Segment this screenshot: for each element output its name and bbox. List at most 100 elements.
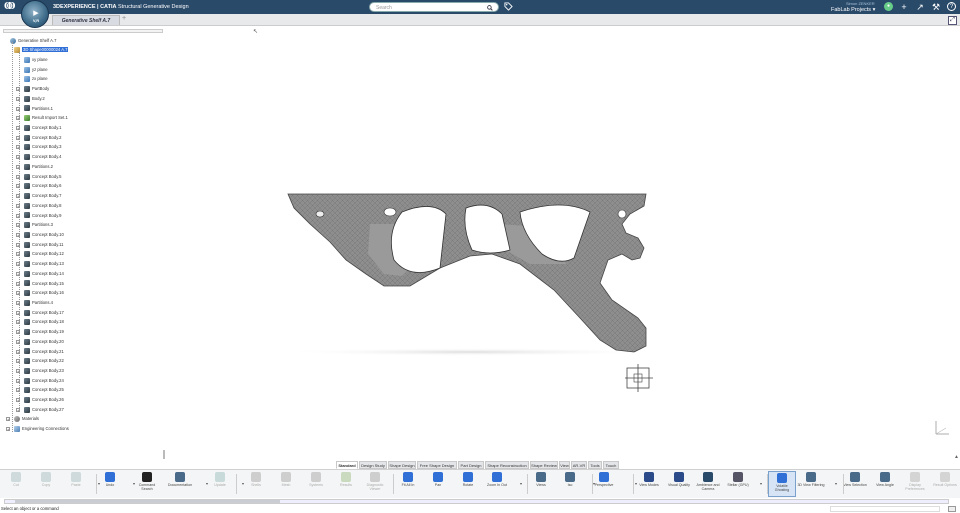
panel-resize-handle[interactable] [163,450,165,459]
expand-icon[interactable]: + [16,349,20,354]
tree-item[interactable]: + Concept Body.21 [16,348,64,356]
maximize-icon[interactable]: ⤢ [948,16,957,25]
expand-icon[interactable]: + [16,330,20,335]
undo-button[interactable]: Undo [96,471,124,497]
tab-design-study[interactable]: Design Study [359,461,387,469]
tag-icon[interactable] [504,2,513,11]
expand-icon[interactable]: + [16,378,20,383]
dropdown-caret-icon[interactable]: ▾ [133,481,135,486]
tree-item[interactable]: + Concept Body.22 [16,357,64,365]
expand-icon[interactable]: + [16,194,20,199]
dropdown-caret-icon[interactable]: ▾ [593,481,595,486]
views-button[interactable]: Views [527,471,555,497]
tree-item[interactable]: + Partitions.1 [16,105,53,113]
zoom-in-out-button[interactable]: Zoom In Out [483,471,511,497]
pan-button[interactable]: Pan [424,471,452,497]
3d-viewport[interactable] [170,28,960,458]
result-options-button[interactable]: Result Options [931,471,959,497]
tree-item[interactable]: + Concept Body.10 [16,231,64,239]
user-name[interactable]: Simon ZENKER [846,1,875,6]
expand-icon[interactable]: + [16,87,20,92]
tree-item[interactable]: zx plane [24,75,48,83]
expand-icon[interactable]: + [16,252,20,257]
expand-icon[interactable]: + [16,398,20,403]
expand-icon[interactable]: + [16,407,20,412]
tree-item[interactable]: + Concept Body.9 [16,212,62,220]
expand-icon[interactable]: + [16,359,20,364]
tree-item[interactable]: + Concept Body.14 [16,270,64,278]
tree-item[interactable]: + Partitions.3 [16,221,53,229]
tab-ar-vr[interactable]: AR-VR [571,461,587,469]
dropdown-caret-icon[interactable]: ▾ [760,481,762,486]
mesh-button[interactable]: Mesh [272,471,300,497]
add-icon[interactable]: + [899,2,909,12]
shells-button[interactable]: Shells [242,471,270,497]
expand-up-icon[interactable]: ▲ [954,454,959,460]
expand-icon[interactable]: + [16,184,20,189]
expand-icon[interactable]: + [16,106,20,111]
update-button[interactable]: Update [206,471,234,497]
tree-item[interactable]: + Concept Body.20 [16,338,64,346]
3d-view-filtering-button[interactable]: 3D View Filtering [797,471,825,497]
diagnostic-viewer-button[interactable]: Diagnostic Viewer [361,471,389,497]
tree-item[interactable]: + Concept Body.1 [16,124,62,132]
expand-icon[interactable]: + [16,232,20,237]
expand-icon[interactable]: + [16,310,20,315]
dropdown-caret-icon[interactable]: ▾ [206,481,208,486]
tree-item[interactable]: + Partitions.2 [16,163,53,171]
ds-logo-icon[interactable]: ↂ [4,2,15,12]
expand-icon[interactable]: + [16,145,20,150]
expand-icon[interactable]: + [16,96,20,101]
tree-item[interactable]: + Concept Body.24 [16,377,64,385]
tree-item[interactable]: + Concept Body.13 [16,260,64,268]
ambience-and-camera-button[interactable]: Ambience and Camera [694,471,722,497]
tree-item[interactable]: + Concept Body.16 [16,289,64,297]
tree-item[interactable]: yz plane [24,66,48,74]
tree-root[interactable]: Generative Shelf A.7 [10,37,56,45]
tab-generative-shelf[interactable]: Generative Shelf A.7 [52,15,120,25]
tree-item[interactable]: xy plane [24,56,48,64]
expand-icon[interactable]: + [16,291,20,296]
tree-selected-part[interactable]: 3D Shape00000024 A.7 [14,46,69,54]
tab-touch[interactable]: Touch [603,461,619,469]
tree-item[interactable]: + Partitions.4 [16,299,53,307]
tree-item[interactable]: + Concept Body.19 [16,328,64,336]
compass-widget[interactable]: ▶ V,R [21,0,49,28]
project-selector[interactable]: FabLab Projects ▾ [831,7,875,13]
tree-item[interactable]: + Concept Body.4 [16,153,62,161]
search-icon[interactable] [487,5,493,11]
scrollbar-thumb[interactable] [15,500,280,503]
status-button[interactable] [948,506,956,512]
documentation-button[interactable]: Documentation [166,471,194,497]
iso-button[interactable]: Iso [556,471,584,497]
fit-all-in-button[interactable]: Fit All In [394,471,422,497]
command-search-button[interactable]: Command Search [133,471,161,497]
tree-item[interactable]: + Concept Body.8 [16,202,62,210]
expand-icon[interactable]: + [16,116,20,121]
tab-view[interactable]: View [559,461,570,469]
tab-part-design[interactable]: Part Design [458,461,484,469]
tree-item[interactable]: + Concept Body.2 [16,134,62,142]
stellar-gpu--button[interactable]: Stellar (GPU) [724,471,752,497]
tab-standard[interactable]: Standard [336,461,358,469]
tab-shape-design[interactable]: Shape Design [388,461,416,469]
volatile-ghosting-button[interactable]: Volatile Ghosting [768,471,796,497]
tree-item[interactable]: + Result Import Set.1 [16,114,68,122]
systems-button[interactable]: Systems [302,471,330,497]
tree-item[interactable]: + Concept Body.15 [16,280,64,288]
shelf-bracket-model[interactable] [170,28,960,458]
dropdown-caret-icon[interactable]: ▾ [635,481,637,486]
tree-item[interactable]: + Concept Body.23 [16,367,64,375]
paste-button[interactable]: Paste [62,471,90,497]
expand-icon[interactable]: + [16,174,20,179]
expand-icon[interactable]: + [16,320,20,325]
expand-icon[interactable]: + [16,301,20,306]
view-selection-button[interactable]: View Selection [841,471,869,497]
add-tab-button[interactable]: + [122,15,126,22]
view-cube-icon[interactable] [625,364,653,392]
share-icon[interactable]: ↗ [915,2,925,12]
expand-icon[interactable]: + [6,427,10,432]
expand-icon[interactable]: + [16,388,20,393]
search-input[interactable]: Search [376,5,392,11]
tree-item[interactable]: + Body.2 [16,95,45,103]
